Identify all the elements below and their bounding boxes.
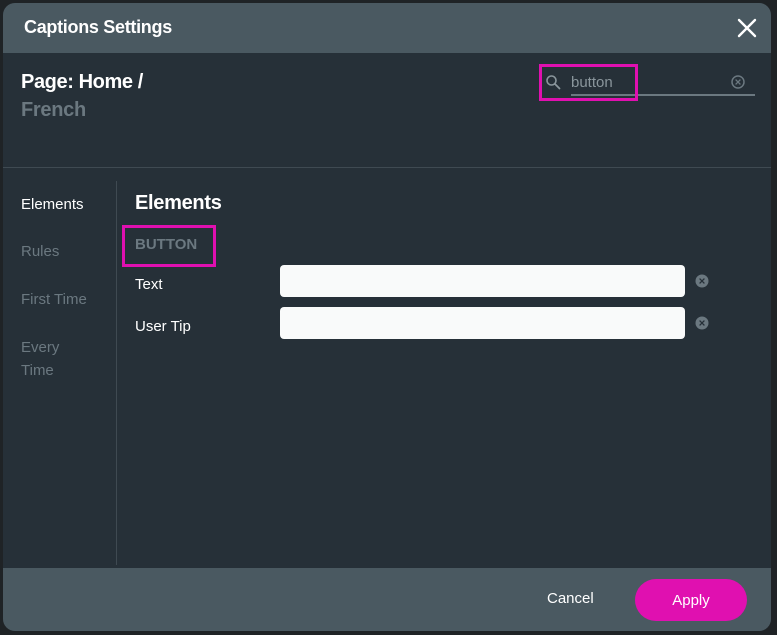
group-highlight (122, 225, 216, 267)
sidebar-item-label: Every (21, 339, 59, 356)
dialog-footer: Cancel Apply (3, 568, 771, 631)
dialog-titlebar: Captions Settings (3, 3, 771, 53)
sidebar-item-rules[interactable]: Rules (21, 240, 59, 263)
cancel-button[interactable]: Cancel (547, 590, 594, 607)
apply-button[interactable]: Apply (635, 579, 747, 621)
clear-search-icon[interactable] (731, 75, 745, 89)
user-tip-field-label: User Tip (135, 318, 191, 335)
captions-settings-dialog: Captions Settings Page: Home / French El… (3, 3, 771, 631)
text-input[interactable] (280, 265, 685, 297)
close-icon[interactable] (735, 16, 759, 40)
sidebar-item-elements[interactable]: Elements (21, 193, 84, 216)
sidebar-item-every-time[interactable]: Every Time (21, 336, 59, 382)
page-language: French (21, 99, 86, 122)
text-field-label: Text (135, 276, 163, 293)
sidebar-divider (116, 181, 117, 565)
page-breadcrumb: Page: Home / (21, 71, 143, 94)
sidebar-item-label: Time (21, 362, 54, 379)
user-tip-input[interactable] (280, 307, 685, 339)
section-title: Elements (135, 192, 222, 215)
search-highlight (539, 64, 638, 101)
header-divider (3, 167, 771, 168)
sidebar-item-first-time[interactable]: First Time (21, 288, 87, 311)
clear-user-tip-icon[interactable] (695, 316, 709, 330)
dialog-title: Captions Settings (24, 17, 172, 38)
clear-text-icon[interactable] (695, 274, 709, 288)
